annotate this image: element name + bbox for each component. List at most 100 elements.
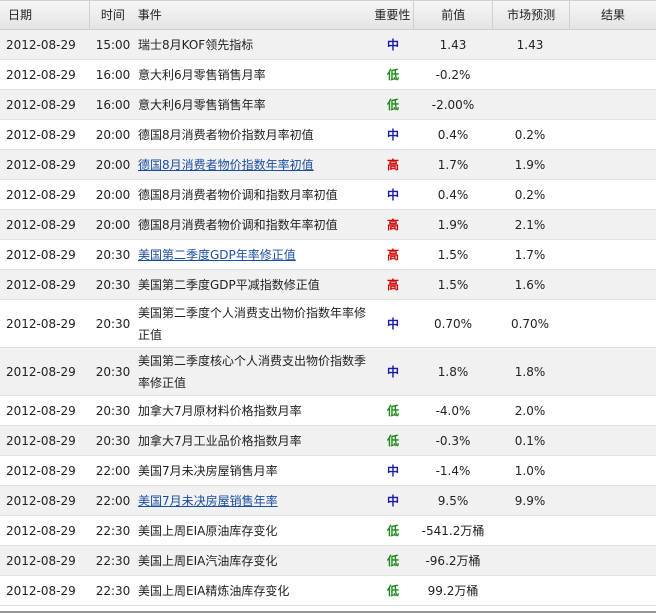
cell-importance: 中 xyxy=(386,38,399,52)
cell-previous: 0.4% xyxy=(437,127,469,142)
cell-previous: 1.8% xyxy=(437,364,469,379)
cell-forecast: 2.0% xyxy=(514,403,546,418)
cell-previous: -541.2万桶 xyxy=(421,524,485,538)
table-row: 2012-08-29 22:30 美国上周EIA精炼油库存变化 低 99.2万桶 xyxy=(0,576,656,606)
cell-date: 2012-08-29 xyxy=(6,553,76,568)
cell-date: 2012-08-29 xyxy=(6,157,76,172)
cell-forecast: 1.6% xyxy=(514,277,546,292)
cell-time: 20:00 xyxy=(95,217,131,232)
table-row: 2012-08-29 15:00 瑞士8月KOF领先指标 中 1.43 1.43 xyxy=(0,30,656,60)
cell-event: 美国第二季度GDP平减指数修正值 xyxy=(138,277,320,292)
cell-date: 2012-08-29 xyxy=(6,463,76,478)
cell-previous: 1.43 xyxy=(439,37,467,52)
economic-calendar: 日期 时间 事件 重要性 前值 市场预测 结果 2012-08-29 15:00 瑞… xyxy=(0,0,656,614)
table-row: 2012-08-29 22:30 美国上周EIA汽油库存变化 低 -96.2万桶 xyxy=(0,546,656,576)
table-row: 2012-08-29 22:00 美国7月未决房屋销售月率 中 -1.4% 1.0% xyxy=(0,456,656,486)
cell-event: 德国8月消费者物价调和指数年率初值 xyxy=(138,217,338,232)
header-date: 日期 xyxy=(0,1,90,29)
table-row: 2012-08-29 20:30 美国第二季度GDP平减指数修正值 高 1.5% 1.6% xyxy=(0,270,656,300)
table-row: 2012-08-29 16:00 意大利6月零售销售年率 低 -2.00% xyxy=(0,90,656,120)
cell-event: 意大利6月零售销售月率 xyxy=(138,67,266,82)
cell-previous: 0.70% xyxy=(433,316,473,331)
cell-event: 加拿大7月原材料价格指数月率 xyxy=(138,403,302,418)
table-row: 2012-08-29 22:30 美国上周EIA原油库存变化 低 -541.2万桶 xyxy=(0,516,656,546)
cell-forecast: 2.1% xyxy=(514,217,546,232)
cell-date: 2012-08-29 xyxy=(6,277,76,292)
cell-previous: -0.3% xyxy=(435,433,471,448)
cell-date: 2012-08-29 xyxy=(6,403,76,418)
cell-importance: 低 xyxy=(386,524,399,538)
table-row: 2012-08-29 20:00 德国8月消费者物价指数月率初值 中 0.4% 0.2% xyxy=(0,120,656,150)
cell-event[interactable]: 德国8月消费者物价指数年率初值 xyxy=(136,154,372,176)
header-forecast: 市场预测 xyxy=(493,1,571,29)
cell-date: 2012-08-29 xyxy=(6,523,76,538)
cell-time: 20:30 xyxy=(95,364,131,379)
cell-time: 20:30 xyxy=(95,247,131,262)
cell-event: 美国上周EIA原油库存变化 xyxy=(138,523,278,538)
table-row: 2012-08-29 20:30 加拿大7月工业品价格指数月率 低 -0.3% 0.1% xyxy=(0,426,656,456)
cell-event[interactable]: 美国7月未决房屋销售年率 xyxy=(136,490,372,512)
cell-forecast: 1.0% xyxy=(514,463,546,478)
cell-date: 2012-08-29 xyxy=(6,127,76,142)
table-bottom-border xyxy=(0,611,656,613)
cell-previous: 1.9% xyxy=(437,217,469,232)
cell-previous: 0.4% xyxy=(437,187,469,202)
cell-previous: 99.2万桶 xyxy=(427,584,479,598)
header-time: 时间 xyxy=(100,8,125,22)
cell-event: 美国第二季度核心个人消费支出物价指数季率修正值 xyxy=(138,353,367,390)
cell-time: 20:30 xyxy=(95,403,131,418)
cell-date: 2012-08-29 xyxy=(6,364,76,379)
table-row: 2012-08-29 20:00 德国8月消费者物价调和指数年率初值 高 1.9% 2.1… xyxy=(0,210,656,240)
cell-forecast: 1.7% xyxy=(514,247,546,262)
cell-previous: -1.4% xyxy=(435,463,471,478)
header-result: 结果 xyxy=(601,8,626,22)
table-header: 日期 时间 事件 重要性 前值 市场预测 结果 xyxy=(0,0,656,30)
cell-forecast: 0.70% xyxy=(510,316,550,331)
cell-event[interactable]: 美国第二季度GDP年率修正值 xyxy=(136,244,372,266)
cell-event: 美国上周EIA汽油库存变化 xyxy=(138,553,278,568)
cell-forecast: 1.9% xyxy=(514,157,546,172)
table-row: 2012-08-29 20:30 美国第二季度核心个人消费支出物价指数季率修正值 中 1… xyxy=(0,348,656,396)
cell-importance: 低 xyxy=(386,404,399,418)
cell-time: 22:30 xyxy=(95,583,131,598)
cell-importance: 低 xyxy=(386,98,399,112)
table-row: 2012-08-29 20:30 美国第二季度GDP年率修正值高 1.5% 1.7% xyxy=(0,240,656,270)
cell-importance: 低 xyxy=(386,584,399,598)
cell-previous: -4.0% xyxy=(435,403,471,418)
cell-event: 美国上周EIA精炼油库存变化 xyxy=(138,583,290,598)
cell-date: 2012-08-29 xyxy=(6,493,76,508)
cell-importance: 低 xyxy=(386,68,399,82)
cell-date: 2012-08-29 xyxy=(6,433,76,448)
table-row: 2012-08-29 20:30 加拿大7月原材料价格指数月率 低 -4.0% 2.0% xyxy=(0,396,656,426)
cell-importance: 中 xyxy=(386,317,399,331)
cell-importance: 高 xyxy=(386,278,399,292)
cell-importance: 中 xyxy=(386,188,399,202)
cell-previous: -96.2万桶 xyxy=(425,554,481,568)
cell-time: 22:00 xyxy=(95,463,131,478)
cell-event: 加拿大7月工业品价格指数月率 xyxy=(138,433,302,448)
cell-forecast: 1.8% xyxy=(514,364,546,379)
cell-time: 22:30 xyxy=(95,523,131,538)
cell-previous: -0.2% xyxy=(435,67,471,82)
cell-date: 2012-08-29 xyxy=(6,67,76,82)
cell-time: 20:00 xyxy=(95,127,131,142)
cell-importance: 中 xyxy=(386,365,399,379)
header-previous: 前值 xyxy=(414,1,494,29)
cell-event: 瑞士8月KOF领先指标 xyxy=(138,37,254,52)
cell-forecast: 0.1% xyxy=(514,433,546,448)
cell-time: 20:30 xyxy=(95,316,131,331)
table-row: 2012-08-29 22:00 美国7月未决房屋销售年率中 9.5% 9.9% xyxy=(0,486,656,516)
table-row: 2012-08-29 16:00 意大利6月零售销售月率 低 -0.2% xyxy=(0,60,656,90)
cell-time: 16:00 xyxy=(95,97,131,112)
cell-time: 20:30 xyxy=(95,277,131,292)
cell-previous: 1.5% xyxy=(437,277,469,292)
cell-event: 美国7月未决房屋销售月率 xyxy=(138,463,278,478)
cell-time: 22:00 xyxy=(95,493,131,508)
cell-importance: 低 xyxy=(386,554,399,568)
cell-importance: 低 xyxy=(386,434,399,448)
cell-time: 22:30 xyxy=(95,553,131,568)
cell-previous: 1.7% xyxy=(437,157,469,172)
cell-date: 2012-08-29 xyxy=(6,583,76,598)
cell-date: 2012-08-29 xyxy=(6,217,76,232)
table-row: 2012-08-29 20:30 美国第二季度个人消费支出物价指数年率修正值 中 0.7… xyxy=(0,300,656,348)
